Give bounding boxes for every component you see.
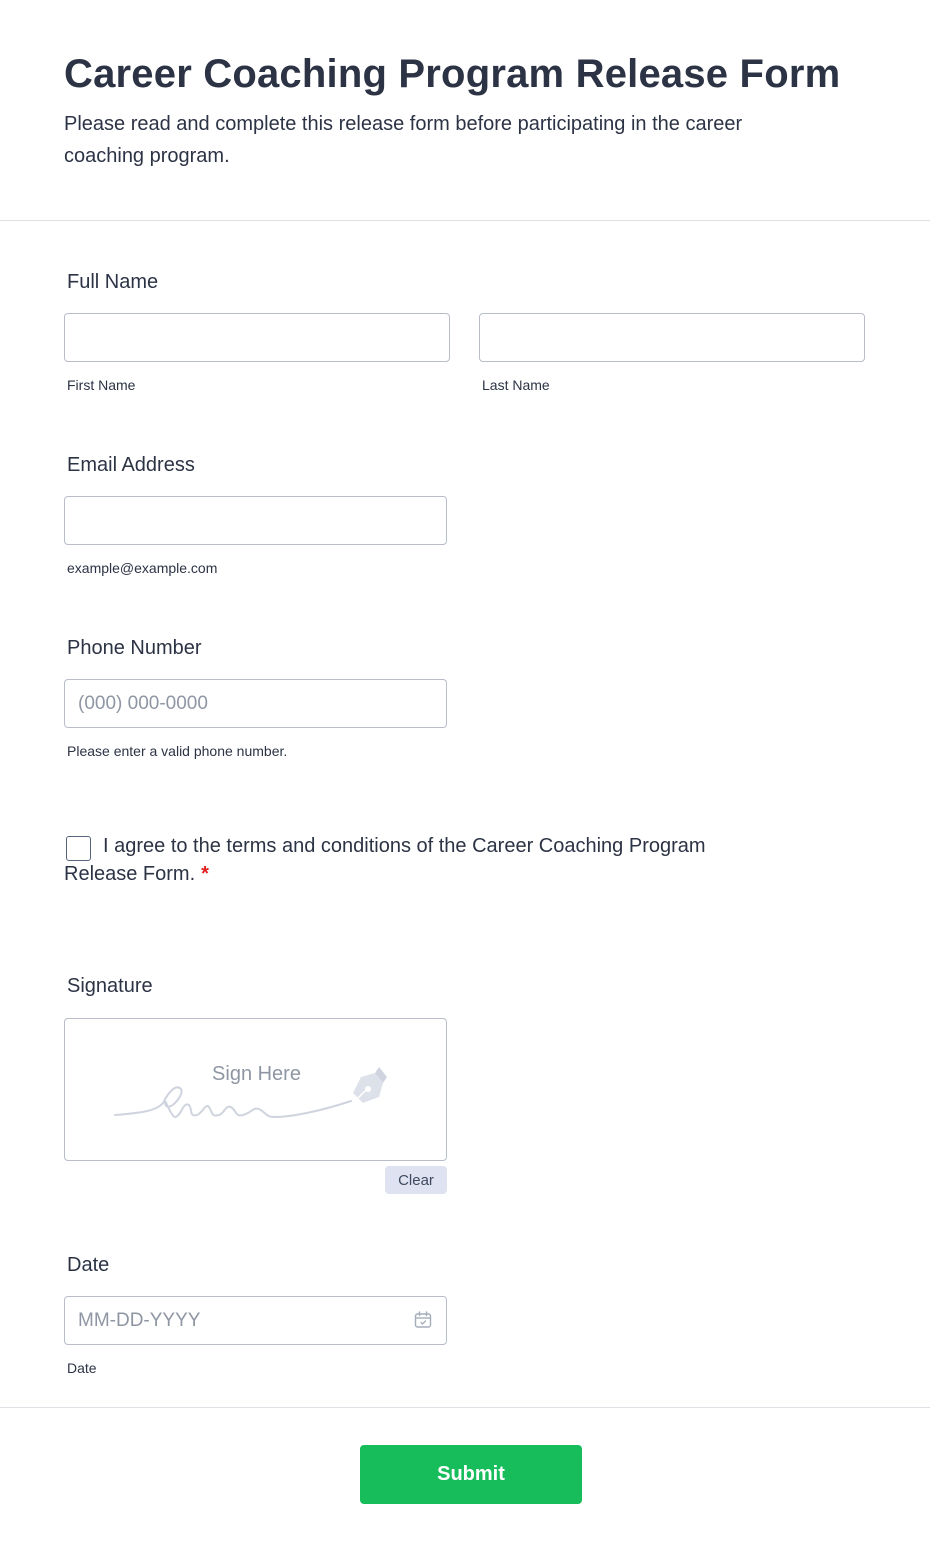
email-sublabel: example@example.com (67, 560, 218, 576)
full-name-label: Full Name (67, 271, 159, 293)
first-name-input[interactable] (64, 313, 450, 362)
calendar-icon[interactable] (414, 1311, 432, 1329)
email-label: Email Address (67, 454, 195, 476)
last-name-sublabel: Last Name (482, 377, 550, 393)
submit-button[interactable]: Submit (360, 1445, 582, 1504)
required-asterisk: * (201, 863, 209, 885)
last-name-input[interactable] (479, 313, 865, 362)
phone-input[interactable] (64, 679, 447, 728)
form-title: Career Coaching Program Release Form (64, 52, 841, 96)
form-description: Please read and complete this release fo… (64, 113, 743, 167)
form-header: Career Coaching Program Release Form Ple… (0, 0, 930, 221)
signature-label: Signature (67, 975, 153, 997)
first-name-sublabel: First Name (67, 377, 136, 393)
date-input[interactable] (64, 1296, 447, 1345)
sign-here-text: Sign Here (212, 1063, 301, 1085)
clear-signature-button[interactable]: Clear (385, 1166, 447, 1194)
signature-pad[interactable]: Sign Here (64, 1018, 447, 1161)
terms-label: I agree to the terms and conditions of t… (64, 832, 764, 888)
phone-label: Phone Number (67, 637, 202, 659)
email-input[interactable] (64, 496, 447, 545)
date-sublabel: Date (67, 1360, 97, 1376)
phone-sublabel: Please enter a valid phone number. (67, 743, 288, 759)
terms-text: I agree to the terms and conditions of t… (64, 835, 706, 885)
date-label: Date (67, 1254, 110, 1276)
